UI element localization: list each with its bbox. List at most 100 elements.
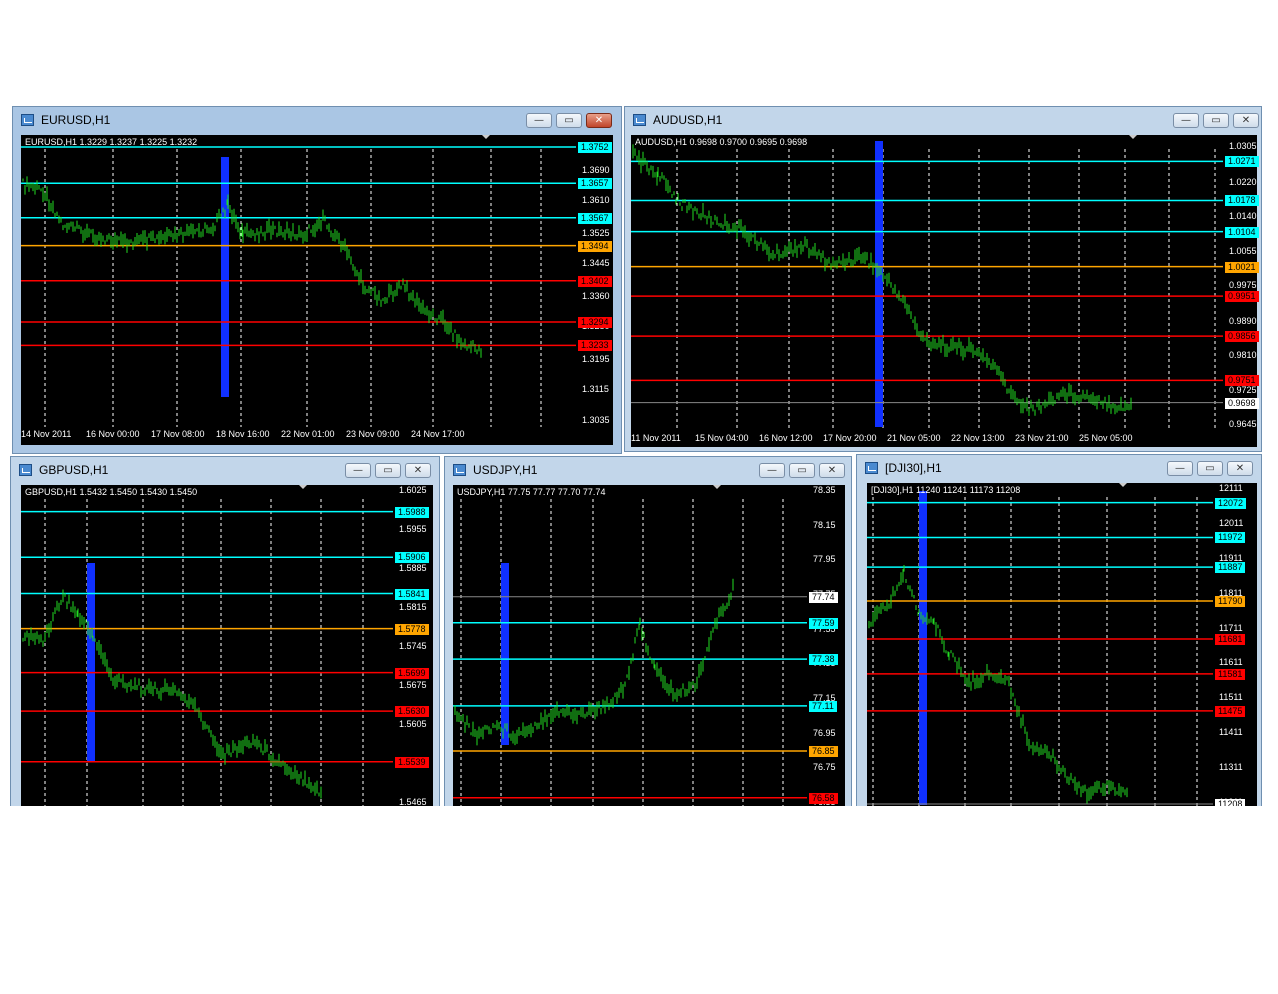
price-level-badge: 77.59 [809,617,838,629]
price-axis[interactable]: 12111 12011 11911 11811 11711 11611 11511 11411… [1213,483,1257,811]
candles-plot[interactable] [867,483,1213,811]
price-tick-label: 76.95 [813,727,836,738]
maximize-button[interactable]: ▭ [789,463,815,478]
minimize-button[interactable]: — [345,463,371,478]
price-tick-label: 11611 [1219,657,1243,668]
price-tick-label: 1.0220 [1229,176,1257,187]
price-chart[interactable]: EURUSD,H1 1.3229 1.3237 1.3225 1.3232 1.… [21,135,613,445]
period-marker[interactable] [875,141,883,427]
shift-marker-icon[interactable] [1129,135,1137,139]
price-tick-label: 11411 [1219,727,1243,738]
chart-window-icon [453,464,466,476]
price-tick-label: 1.3610 [582,195,610,206]
price-level-badge: 0.9856 [1225,331,1259,343]
close-button[interactable]: ✕ [819,463,845,478]
price-tick-label: 1.5745 [399,641,427,651]
close-button[interactable]: ✕ [1233,113,1259,128]
price-level-badge: 1.5630 [395,706,429,718]
shift-marker-icon[interactable] [482,135,490,139]
window-titlebar[interactable]: AUDUSD,H1 — ▭ ✕ [625,107,1261,133]
desktop-background [0,0,1278,104]
time-axis[interactable]: 14 Nov 2011 16 Nov 00:00 17 Nov 08:00 18 No… [21,427,613,445]
price-tick-label: 11711 [1219,622,1243,633]
period-marker[interactable] [501,563,509,745]
price-tick-label: 12011 [1219,517,1244,528]
price-chart[interactable]: AUDUSD,H1 0.9698 0.9700 0.9695 0.9698 1.… [631,135,1259,447]
close-button[interactable]: ✕ [586,113,612,128]
price-tick-label: 78.35 [813,485,836,495]
price-level-badge: 1.5539 [395,756,429,768]
price-chart[interactable]: USDJPY,H1 77.75 77.77 77.70 77.74 78.35 7… [453,485,845,811]
price-level-badge: 1.5841 [395,588,429,600]
price-tick-label: 11311 [1219,762,1243,773]
window-title: GBPUSD,H1 [39,463,109,477]
price-level-badge: 76.58 [809,792,838,804]
chart-window-dji30[interactable]: [DJI30],H1 — ▭ ✕ [DJI30],H1 11240 11241 … [856,454,1262,816]
price-axis[interactable]: 1.3752 1.3690 1.3610 1.3525 1.3445 1.3360 1.32… [576,135,613,427]
price-axis[interactable]: 1.0305 1.0220 1.0140 1.0055 0.9975 0.9890 0.98… [1223,135,1259,431]
price-chart[interactable]: GBPUSD,H1 1.5432 1.5450 1.5430 1.5450 1.… [21,485,433,818]
period-marker[interactable] [87,563,95,761]
candles-plot[interactable] [453,485,807,811]
price-level-badge: 0.9698 [1225,397,1259,409]
window-titlebar[interactable]: EURUSD,H1 — ▭ ✕ [13,107,621,133]
maximize-button[interactable]: ▭ [375,463,401,478]
price-level-badge: 1.0271 [1225,156,1259,168]
price-tick-label: 1.6025 [399,485,427,495]
window-titlebar[interactable]: USDJPY,H1 — ▭ ✕ [445,457,851,483]
minimize-button[interactable]: — [759,463,785,478]
price-level-badge: 1.0104 [1225,226,1259,238]
maximize-button[interactable]: ▭ [1203,113,1229,128]
shift-marker-icon[interactable] [713,485,721,489]
price-tick-label: 11511 [1219,692,1243,703]
chart-window-icon [19,464,32,476]
candles-plot[interactable] [21,135,576,427]
chart-window-eurusd[interactable]: EURUSD,H1 — ▭ ✕ EURUSD,H1 1.3229 1.3237 … [12,106,622,454]
minimize-button[interactable]: — [526,113,552,128]
price-tick-label: 1.3360 [582,290,610,301]
maximize-button[interactable]: ▭ [1197,461,1223,476]
time-tick-label: 22 Nov 13:00 [951,433,1005,443]
shift-marker-icon[interactable] [1119,483,1127,487]
price-tick-label: 0.9890 [1229,315,1257,326]
time-tick-label: 17 Nov 08:00 [151,429,205,439]
price-tick-label: 1.0055 [1229,246,1257,257]
minimize-button[interactable]: — [1167,461,1193,476]
maximize-button[interactable]: ▭ [556,113,582,128]
price-level-badge: 1.3567 [578,212,612,224]
time-tick-label: 25 Nov 05:00 [1079,433,1133,443]
chart-window-audusd[interactable]: AUDUSD,H1 — ▭ ✕ AUDUSD,H1 0.9698 0.9700 … [624,106,1262,452]
minimize-button[interactable]: — [1173,113,1199,128]
shift-marker-icon[interactable] [299,485,307,489]
time-tick-label: 16 Nov 00:00 [86,429,140,439]
time-tick-label: 18 Nov 16:00 [216,429,270,439]
price-level-badge: 77.11 [809,700,837,712]
price-chart[interactable]: [DJI30],H1 11240 11241 11173 11208 12111… [867,483,1257,811]
window-titlebar[interactable]: GBPUSD,H1 — ▭ ✕ [11,457,439,483]
chart-info: EURUSD,H1 1.3229 1.3237 1.3225 1.3232 [25,137,198,147]
window-title: USDJPY,H1 [473,463,538,477]
price-tick-label: 0.9810 [1229,349,1257,360]
candles-plot[interactable] [631,135,1223,431]
period-marker[interactable] [221,157,229,397]
time-tick-label: 23 Nov 09:00 [346,429,400,439]
chart-window-usdjpy[interactable]: USDJPY,H1 — ▭ ✕ USDJPY,H1 77.75 77.77 77… [444,456,852,816]
price-tick-label: 12111 [1219,483,1243,493]
chart-window-gbpusd[interactable]: GBPUSD,H1 — ▭ ✕ GBPUSD,H1 1.5432 1.5450 … [10,456,440,818]
price-level-badge: 1.0021 [1225,261,1259,273]
time-tick-label: 11 Nov 2011 [631,433,681,443]
price-tick-label: 1.5815 [399,602,427,612]
price-level-badge: 1.3233 [578,340,612,352]
window-title: [DJI30],H1 [885,461,942,475]
time-axis[interactable]: 11 Nov 2011 15 Nov 04:00 16 Nov 12:00 17 No… [631,431,1257,447]
close-button[interactable]: ✕ [405,463,431,478]
price-level-badge: 1.3494 [578,240,612,252]
desktop-background-bottom [0,806,1278,994]
price-axis[interactable]: 78.3578.1577.9577.7577.5577.3577.1576.95… [807,485,845,811]
price-tick-label: 1.3445 [582,258,610,269]
time-tick-label: 15 Nov 04:00 [695,433,749,443]
close-button[interactable]: ✕ [1227,461,1253,476]
price-axis[interactable]: 1.6025 1.5955 1.5885 1.5815 1.5745 1.5675 1.56… [393,485,433,818]
candles-plot[interactable] [21,485,393,811]
window-titlebar[interactable]: [DJI30],H1 — ▭ ✕ [857,455,1261,481]
